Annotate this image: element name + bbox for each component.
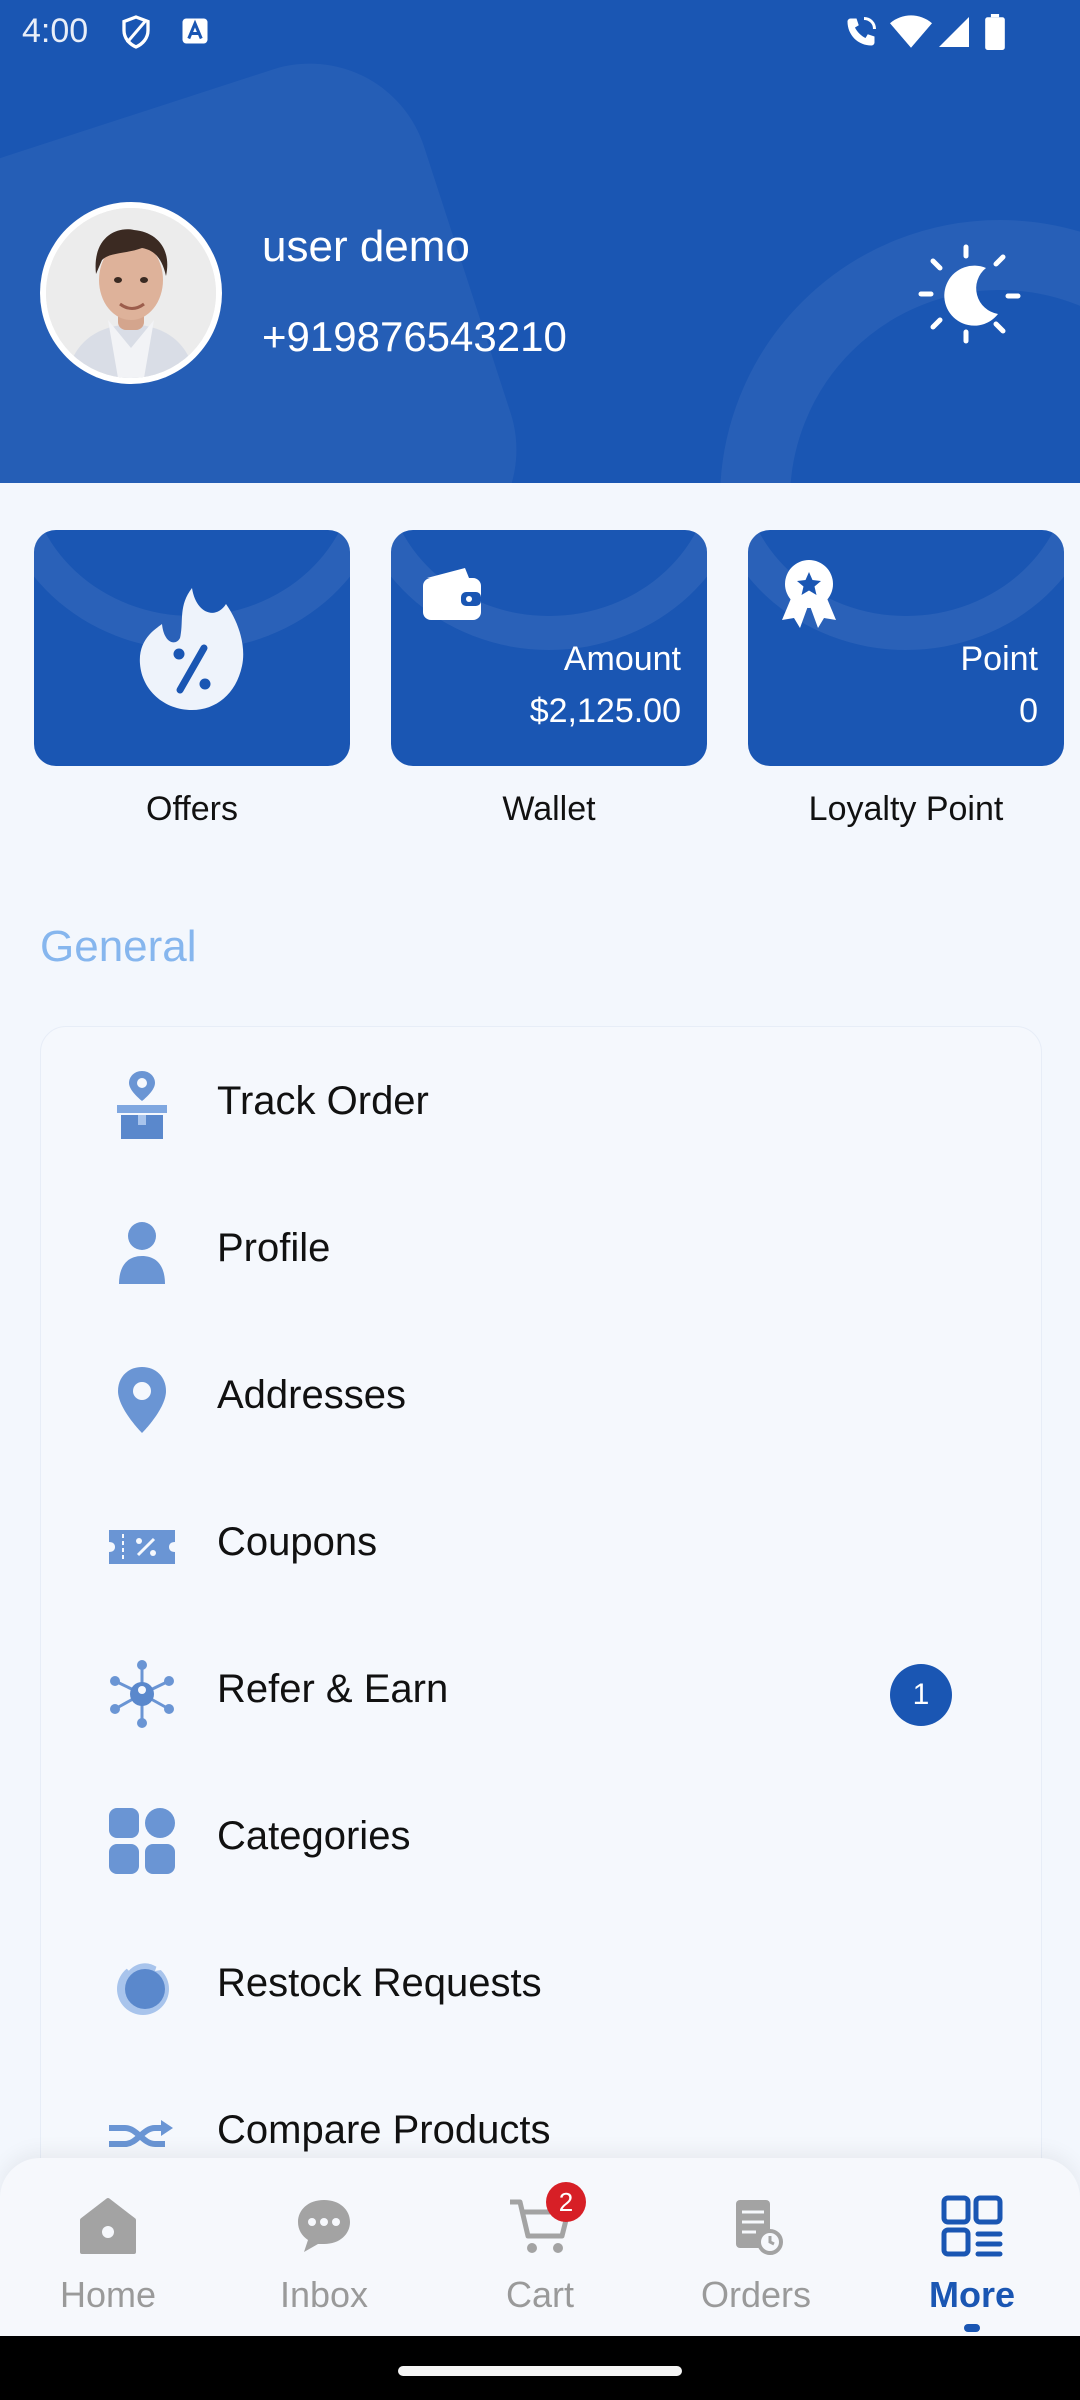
grid-menu-icon — [941, 2195, 1003, 2257]
menu-item-label: Profile — [217, 1226, 331, 1270]
offer-fire-icon — [139, 588, 244, 710]
dark-mode-toggle-icon[interactable] — [916, 240, 1026, 350]
menu-item-coupons[interactable]: Coupons — [41, 1468, 1041, 1615]
general-menu: Track Order Profile Addresses Coupons Re… — [40, 1026, 1042, 2226]
wifi-call-icon — [847, 17, 876, 46]
battery-icon — [985, 14, 1005, 50]
award-badge-icon — [782, 560, 836, 628]
home-icon — [80, 2198, 136, 2254]
more-screen: 4:00 user demo +919876543210 Offers Amou… — [0, 0, 1080, 2400]
network-icon — [110, 1660, 174, 1728]
loyalty-point-value: 0 — [1019, 692, 1038, 730]
coupon-icon — [109, 1530, 175, 1564]
loyalty-point-label: Point — [960, 640, 1039, 678]
nav-label: Cart — [505, 2274, 574, 2315]
menu-item-addresses[interactable]: Addresses — [41, 1321, 1041, 1468]
profile-header: 4:00 user demo +919876543210 — [0, 0, 1080, 483]
wifi-icon — [890, 15, 932, 48]
menu-item-label: Compare Products — [217, 2108, 551, 2152]
wallet-amount-label: Amount — [563, 640, 681, 678]
avatar[interactable] — [40, 202, 222, 384]
status-time: 4:00 — [22, 12, 89, 50]
menu-item-label: Coupons — [217, 1520, 378, 1564]
nav-home[interactable]: Home — [0, 2178, 216, 2328]
orders-icon — [736, 2200, 783, 2255]
nav-label: More — [928, 2274, 1015, 2315]
nav-label: Orders — [700, 2274, 812, 2315]
menu-item-label: Refer & Earn — [217, 1667, 449, 1711]
app-notification-icon — [182, 18, 208, 44]
nav-label: Home — [59, 2274, 157, 2315]
home-gesture-pill[interactable] — [398, 2366, 682, 2376]
menu-item-refer-earn[interactable]: Refer & Earn 1 — [41, 1615, 1041, 1762]
menu-item-label: Track Order — [217, 1079, 429, 1123]
loyalty-card[interactable]: Point 0 — [748, 530, 1064, 766]
wallet-amount-value: $2,125.00 — [529, 692, 681, 730]
general-section-title: General — [40, 922, 197, 971]
nav-more[interactable]: More — [864, 2178, 1080, 2332]
categories-icon — [109, 1808, 175, 1874]
wallet-caption: Wallet — [502, 790, 596, 828]
offers-card[interactable] — [34, 530, 350, 766]
restock-icon — [117, 1958, 169, 2015]
active-indicator — [964, 2324, 980, 2332]
menu-item-label: Restock Requests — [217, 1961, 542, 2005]
menu-item-restock-requests[interactable]: Restock Requests — [41, 1909, 1041, 2056]
track-order-icon — [117, 1071, 167, 1139]
menu-item-label: Addresses — [217, 1373, 406, 1417]
refer-earn-badge: 1 — [890, 1664, 952, 1726]
wallet-icon — [423, 568, 481, 620]
chat-icon — [298, 2200, 350, 2252]
header-decoration-ring — [720, 220, 1080, 483]
nav-inbox[interactable]: Inbox — [216, 2178, 432, 2328]
nav-label: Inbox — [279, 2274, 369, 2315]
menu-item-label: Categories — [217, 1814, 411, 1858]
menu-item-categories[interactable]: Categories — [41, 1762, 1041, 1909]
status-bar: 4:00 — [0, 0, 1080, 66]
wallet-card[interactable]: Amount $2,125.00 — [391, 530, 707, 766]
nav-orders[interactable]: Orders — [648, 2178, 864, 2328]
user-phone: +919876543210 — [262, 313, 567, 360]
menu-item-profile[interactable]: Profile — [41, 1174, 1041, 1321]
cart-count-badge: 2 — [546, 2182, 586, 2222]
shield-icon — [122, 15, 150, 49]
avatar-photo — [46, 208, 216, 378]
user-name: user demo — [262, 222, 470, 271]
offers-caption: Offers — [146, 790, 238, 828]
location-pin-icon — [118, 1367, 166, 1433]
menu-item-track-order[interactable]: Track Order — [41, 1027, 1041, 1174]
nav-cart[interactable]: 2 Cart — [432, 2178, 648, 2328]
signal-icon — [939, 17, 969, 47]
system-navigation-bar — [0, 2336, 1080, 2400]
loyalty-caption: Loyalty Point — [808, 790, 1004, 828]
bottom-navigation: Home Inbox 2 Cart Orders More — [0, 2158, 1080, 2336]
user-icon — [119, 1222, 165, 1284]
